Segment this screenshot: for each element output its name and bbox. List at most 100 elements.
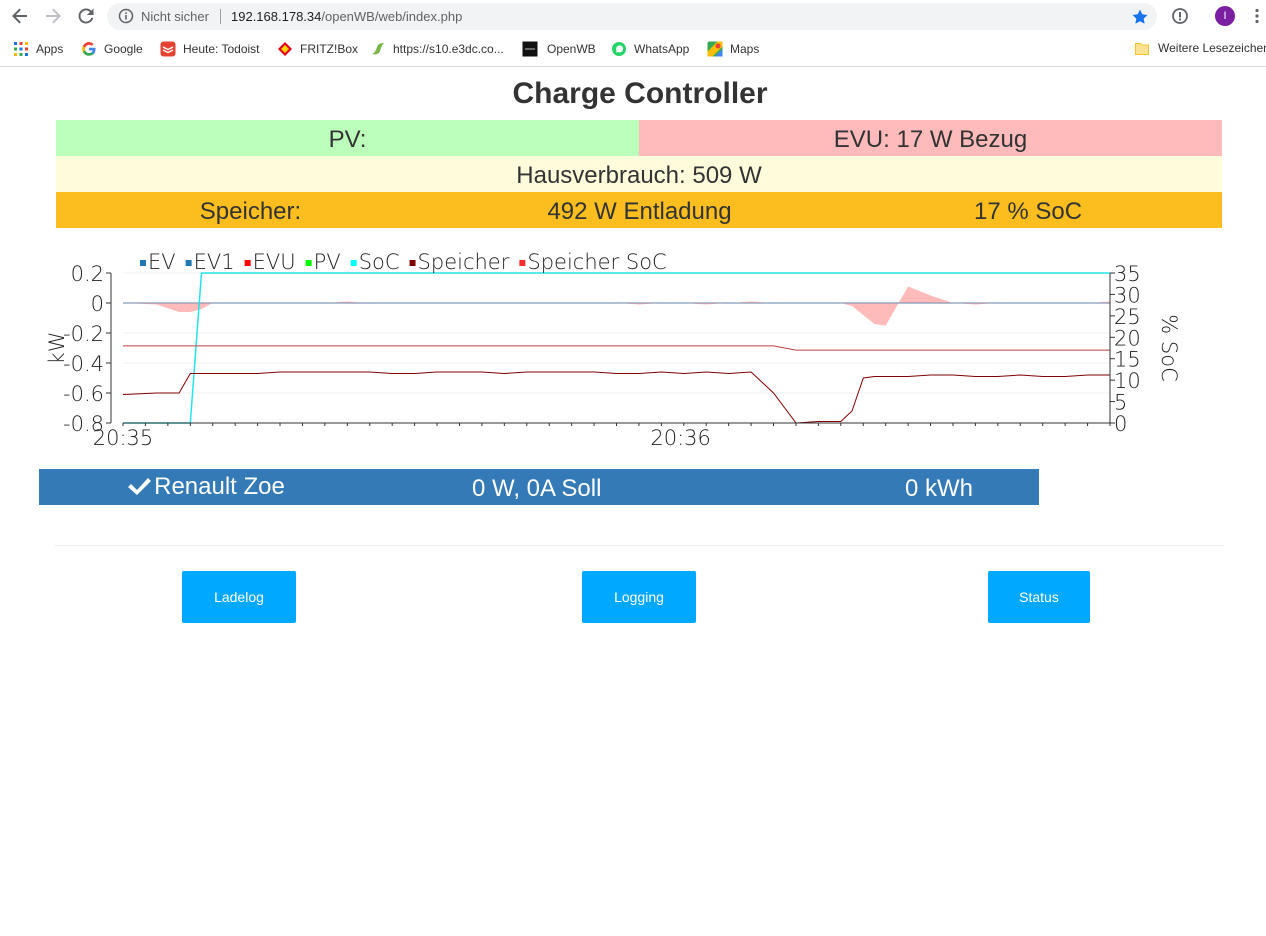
legend-label: PV [314, 250, 341, 274]
legend-item-pv[interactable]: PV [305, 250, 341, 274]
chart-series [122, 272, 1110, 424]
legend-item-ev1[interactable]: EV1 [185, 250, 235, 274]
series-line-soc [123, 272, 1110, 424]
series-area-evu [123, 286, 1110, 326]
reload-icon [78, 8, 94, 24]
bookmark-fritzbox[interactable]: FRITZ!Box [277, 41, 358, 57]
bookmark-label: Heute: Todoist [183, 42, 260, 56]
omnibox-divider [220, 9, 221, 24]
chart-grid [123, 272, 1110, 424]
bookmarks-bar: Apps Google Heute: Todoist FRITZ!Box htt… [0, 33, 1266, 67]
bookmark-whatsapp[interactable]: WhatsApp [611, 41, 689, 57]
speicher-soc: 17 % SoC [973, 198, 1083, 225]
todoist-icon [160, 41, 176, 57]
extension-icon[interactable] [1171, 7, 1189, 25]
bookmark-star-icon[interactable] [1131, 8, 1149, 26]
checkmark-icon [128, 478, 152, 495]
reload-button[interactable] [75, 5, 97, 27]
pv-evu-row: PV: EVU: 17 W Bezug [56, 120, 1222, 156]
y2-axis-label: % SoC [1157, 314, 1181, 381]
y-tick-label: 0 [91, 292, 104, 316]
openwb-icon [522, 41, 538, 57]
bookmark-label: FRITZ!Box [300, 42, 359, 56]
y2-tick-label: 10 [1114, 369, 1141, 393]
chart-axes: 0.20-0.2-0.4-0.6-0.8kW35302520151050% So… [45, 262, 1181, 450]
legend-swatch [350, 260, 357, 266]
chart-legend[interactable]: EV EV1 EVU PV SoC Speicher Speicher SoC [140, 250, 667, 274]
legend-label: EVU [253, 250, 296, 274]
forward-button[interactable] [42, 5, 64, 27]
ladepunkt-name: Renault Zoe [154, 473, 285, 500]
legend-label: SoC [359, 250, 400, 274]
x-tick-label: 20:36 [650, 426, 711, 450]
legend-swatch [409, 260, 416, 266]
series-line-speicher [122, 371, 1110, 424]
ladepunkt-bar[interactable]: Renault Zoe 0 W, 0A Soll 0 kWh [39, 469, 1039, 505]
y2-tick-label: 0 [1114, 412, 1127, 436]
ladelog-button[interactable]: Ladelog [182, 571, 296, 623]
legend-swatch [185, 260, 192, 266]
address-bar[interactable]: Nicht sicher 192.168.178.34/openWB/web/i… [107, 3, 1157, 30]
legend-item-speicher[interactable]: Speicher [409, 250, 510, 274]
y-axis-label: kW [45, 332, 69, 365]
bookmark-label: OpenWB [547, 42, 596, 56]
legend-swatch [519, 260, 526, 266]
page-title: Charge Controller [512, 77, 768, 110]
url-text[interactable]: 192.168.178.34/openWB/web/index.php [231, 9, 462, 24]
folder-icon [1135, 42, 1149, 55]
other-bookmarks-label: Weitere Lesezeichen [1158, 41, 1266, 55]
status-button[interactable]: Status [988, 571, 1090, 623]
e3dc-icon [372, 43, 384, 55]
bookmark-label: WhatsApp [634, 42, 690, 56]
legend-item-ev[interactable]: EV [140, 250, 176, 274]
ladepunkt-power: 0 W, 0A Soll [472, 475, 602, 502]
legend-label: Speicher SoC [527, 250, 666, 274]
speicher-label: Speicher: [199, 198, 302, 225]
y-tick-label: -0.4 [63, 352, 104, 376]
evu-status: EVU: 17 W Bezug [639, 120, 1222, 156]
bookmark-apps[interactable]: Apps [13, 41, 63, 57]
y2-tick-label: 15 [1114, 348, 1141, 372]
bookmark-openwb[interactable]: OpenWB [522, 41, 596, 57]
legend-swatch [244, 260, 251, 266]
legend-swatch [305, 260, 312, 266]
legend-item-soc[interactable]: SoC [350, 250, 400, 274]
bookmark-label: Google [104, 42, 143, 56]
other-bookmarks[interactable]: Weitere Lesezeichen [1135, 41, 1266, 55]
browser-toolbar: Nicht sicher 192.168.178.34/openWB/web/i… [0, 0, 1266, 33]
x-tick-label: 20:35 [93, 426, 154, 450]
forward-arrow-icon [46, 8, 61, 24]
apps-grid-icon [14, 42, 28, 56]
divider [54, 545, 1224, 546]
google-icon [82, 42, 96, 56]
bookmark-label: https://s10.e3dc.co... [393, 42, 504, 56]
legend-item-speicher-soc[interactable]: Speicher SoC [519, 250, 667, 274]
info-icon[interactable] [118, 8, 134, 24]
whatsapp-icon [612, 42, 626, 56]
bookmark-maps[interactable]: Maps [707, 41, 759, 57]
back-arrow-icon [12, 8, 27, 24]
live-chart[interactable]: 0.20-0.2-0.4-0.6-0.8kW35302520151050% So… [40, 244, 1190, 454]
ladepunkt-name-cell: Renault Zoe [39, 469, 372, 505]
y2-tick-label: 35 [1114, 262, 1141, 286]
bookmark-google[interactable]: Google [81, 41, 143, 57]
hausverbrauch-status: Hausverbrauch: 509 W [516, 162, 762, 189]
y-tick-label: 0.2 [71, 262, 104, 286]
url-path: /openWB/web/index.php [321, 9, 463, 24]
profile-avatar[interactable]: I [1215, 6, 1235, 26]
bookmark-todoist[interactable]: Heute: Todoist [160, 41, 260, 57]
series-line-speicher-soc [123, 345, 1110, 351]
security-label[interactable]: Nicht sicher [141, 9, 209, 24]
hausverbrauch-row: Hausverbrauch: 509 W [56, 156, 1222, 192]
ladepunkt-energy: 0 kWh [904, 475, 973, 502]
url-host: 192.168.178.34 [231, 9, 322, 24]
back-button[interactable] [9, 5, 31, 27]
bookmark-e3dc[interactable]: https://s10.e3dc.co... [370, 41, 504, 57]
y2-tick-label: 5 [1114, 391, 1127, 415]
more-menu-icon[interactable] [1250, 8, 1264, 24]
y2-tick-label: 30 [1114, 283, 1141, 307]
bookmark-label: Apps [36, 42, 64, 56]
legend-item-evu[interactable]: EVU [244, 250, 296, 274]
logging-button[interactable]: Logging [582, 571, 696, 623]
legend-label: EV [148, 250, 176, 274]
